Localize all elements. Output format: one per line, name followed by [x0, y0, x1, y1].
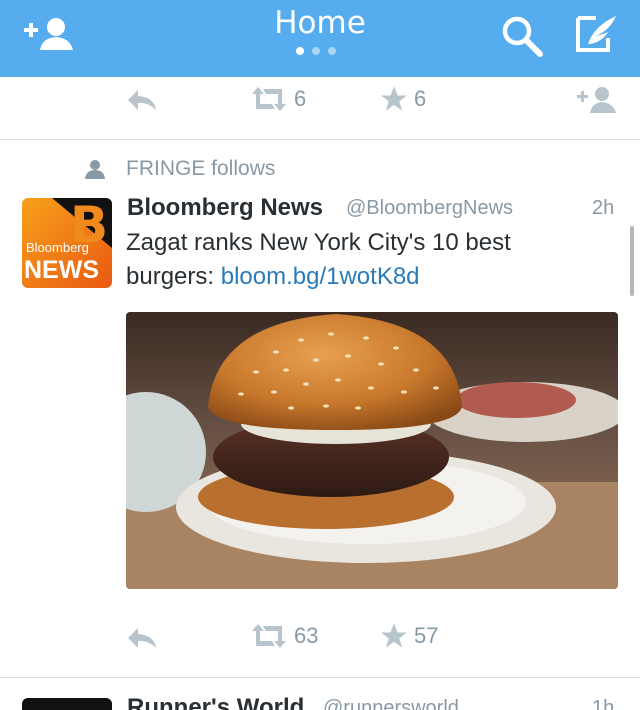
top-nav-bar: Home — [0, 0, 640, 77]
retweet-icon — [252, 87, 286, 111]
retweet-button[interactable]: 63 — [250, 623, 318, 649]
page-dot — [328, 47, 336, 55]
bloomberg-logo: B Bloomberg NEWS — [22, 198, 112, 288]
favorite-button[interactable]: 6 — [380, 85, 426, 113]
retweet-count: 63 — [294, 623, 319, 648]
retweet-button[interactable]: 6 — [250, 86, 306, 112]
reply-icon — [128, 628, 156, 648]
tweet-divider — [0, 677, 640, 678]
retweet-count: 6 — [294, 86, 307, 111]
favorite-count: 57 — [414, 623, 439, 648]
star-icon — [381, 623, 407, 648]
favorite-button[interactable]: 57 — [380, 622, 438, 650]
tweet-timestamp: 2h — [592, 197, 615, 219]
avatar-text-top: Bloomberg — [26, 240, 89, 255]
next-author-name[interactable]: Runner's World — [127, 694, 304, 710]
page-dot — [312, 47, 320, 55]
reply-button[interactable] — [126, 626, 158, 650]
next-tweet-timestamp: 1h — [592, 697, 615, 710]
follow-icon — [577, 87, 616, 113]
reply-icon — [128, 90, 156, 110]
tweet-link[interactable]: bloom.bg/1wotK8d — [221, 263, 420, 290]
reply-button[interactable] — [126, 88, 158, 112]
social-context: FRINGE follows — [84, 157, 275, 181]
author-avatar[interactable]: B Bloomberg NEWS — [22, 198, 112, 288]
social-context-label: FRINGE follows — [126, 157, 276, 180]
next-tweet[interactable]: Runner's World @runnersworld 1h — [0, 690, 640, 710]
author-name[interactable]: Bloomberg News — [127, 194, 323, 222]
burger-photo — [126, 312, 618, 589]
next-tweet-avatar[interactable] — [22, 698, 112, 710]
star-icon — [381, 86, 407, 111]
tweet-text: Zagat ranks New York City's 10 best burg… — [126, 226, 566, 294]
search-icon[interactable] — [500, 14, 544, 58]
avatar-text-bottom: NEWS — [24, 256, 99, 284]
next-author-handle[interactable]: @runnersworld — [323, 697, 459, 710]
scrollbar[interactable] — [630, 226, 634, 296]
page-title: Home — [274, 5, 366, 41]
page-indicator — [296, 47, 336, 55]
favorite-count: 6 — [414, 86, 427, 111]
retweet-icon — [252, 624, 286, 648]
page-dot-active — [296, 47, 304, 55]
tweet-media-image[interactable] — [126, 312, 618, 589]
follow-button[interactable] — [576, 86, 618, 114]
tweet-divider — [0, 139, 640, 140]
person-icon — [85, 160, 105, 179]
author-handle[interactable]: @BloombergNews — [346, 197, 513, 220]
prev-tweet-actions: 6 6 — [0, 84, 640, 118]
compose-tweet-icon[interactable] — [574, 12, 620, 54]
